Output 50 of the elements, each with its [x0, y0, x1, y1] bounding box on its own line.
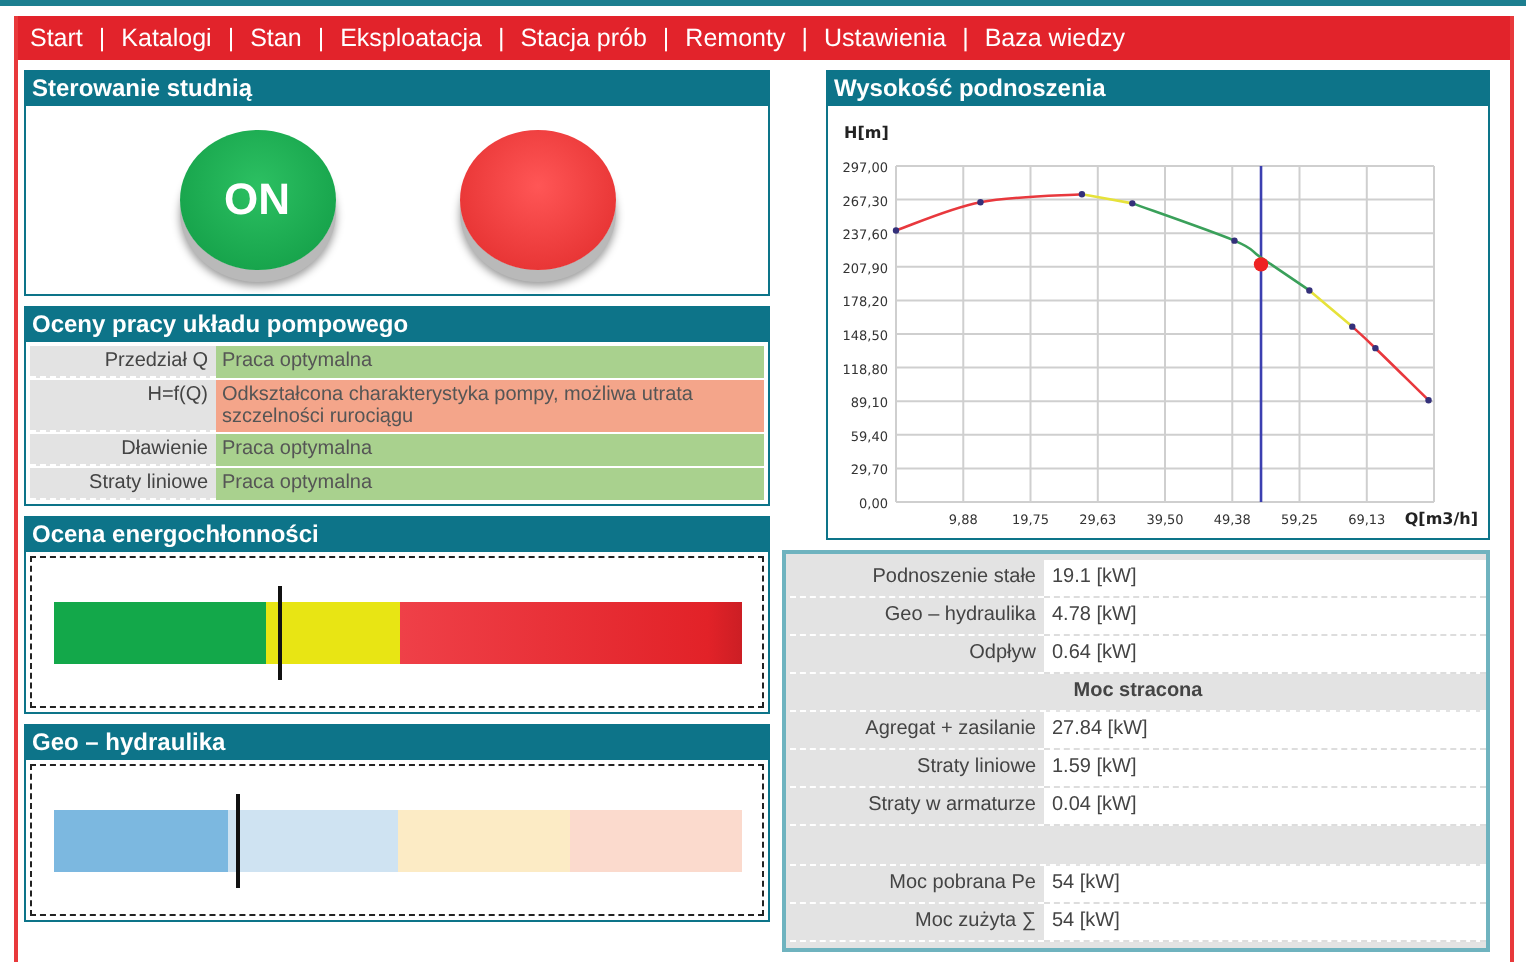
axis-title: H[m] [844, 124, 889, 142]
status-cell: Praca optymalna [216, 346, 764, 378]
nav-link[interactable]: Remonty [685, 24, 786, 52]
nav-link[interactable]: Ustawienia [823, 24, 947, 52]
panel-title: Ocena energochłonności [26, 518, 768, 552]
nav-link[interactable]: Baza wiedzy [984, 24, 1126, 52]
table-cell: 19.1 [kW] [1044, 560, 1486, 598]
on-button[interactable]: ON [179, 130, 335, 270]
data-point [1306, 287, 1313, 294]
nav-link[interactable]: Stacja prób [520, 24, 647, 52]
data-point [977, 199, 984, 206]
data-point [1425, 397, 1432, 404]
nav-separator: | [497, 24, 505, 52]
table-cell: 54 [kW] [1044, 866, 1486, 904]
table-cell: 0.64 [kW] [1044, 636, 1486, 674]
axis-title: Q[m3/h] [1404, 510, 1478, 528]
nav-separator: | [98, 24, 106, 52]
panel-title: Geo – hydraulika [26, 726, 768, 760]
panel-title: Sterowanie studnią [26, 72, 768, 106]
nav-link[interactable]: Eksploatacja [340, 24, 482, 52]
table-cell: 1.59 [kW] [1044, 750, 1486, 788]
status-cell: Odkształcona charakterystyka pompy, możliwa utrata szczelności rurociągu [216, 380, 764, 432]
table-cell: Dławienie [30, 434, 216, 466]
nav-link[interactable]: Stan [250, 24, 302, 52]
nav-link[interactable]: Katalogi [121, 24, 212, 52]
table-cell: Przedział Q [30, 346, 216, 378]
panel-title: Wysokość podnoszenia [828, 72, 1488, 106]
panel-title: Oceny pracy układu pompowego [26, 308, 768, 342]
status-cell: Praca optymalna [216, 468, 764, 500]
table-cell: 4.78 [kW] [1044, 598, 1486, 636]
nav-separator: | [317, 24, 325, 52]
data-point [1129, 200, 1136, 207]
data-point [1231, 237, 1238, 244]
table-cell: 27.84 [kW] [1044, 712, 1486, 750]
nav-separator: | [662, 24, 670, 52]
data-point [1349, 323, 1356, 330]
nav-separator: | [227, 24, 235, 52]
table-cell: Straty liniowe [30, 468, 216, 500]
table-cell: 0.04 [kW] [1044, 788, 1486, 826]
off-button[interactable] [459, 130, 615, 270]
nav-link[interactable]: Start [30, 24, 83, 52]
data-point [1078, 191, 1086, 198]
operating-point [1253, 257, 1269, 272]
status-cell: Praca optymalna [216, 434, 764, 466]
data-point [892, 227, 900, 234]
data-point [1372, 344, 1379, 352]
nav-separator: | [801, 24, 808, 52]
nav-separator: | [962, 24, 969, 52]
table-cell: 54 [kW] [1044, 904, 1486, 942]
table-cell: H=f(Q) [30, 380, 216, 432]
